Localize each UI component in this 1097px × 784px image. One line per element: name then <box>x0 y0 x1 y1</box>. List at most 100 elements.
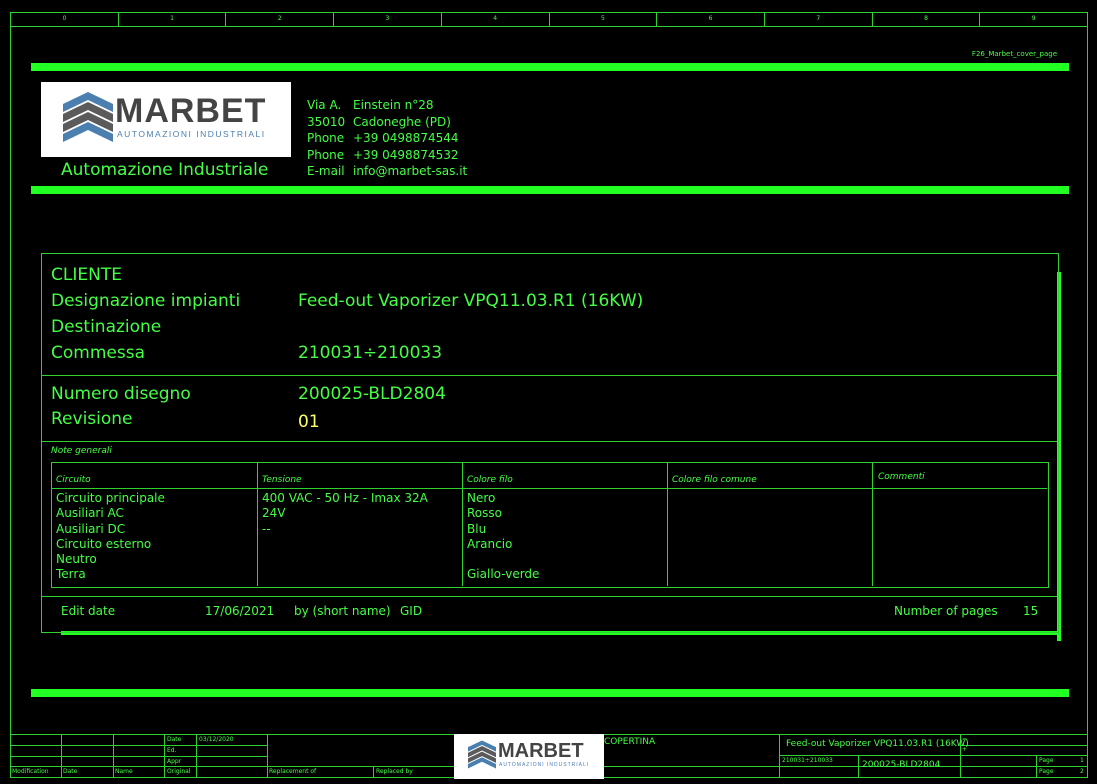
table-col-divider <box>872 462 873 586</box>
info-divider <box>41 596 1057 597</box>
tb-date2-label: Date <box>63 768 78 775</box>
titleblock-col <box>164 734 165 778</box>
titleblock-col <box>61 734 62 778</box>
tb-commessa: 210031÷210033 <box>782 757 833 764</box>
address-value: +39 0498874544 <box>353 131 459 145</box>
titleblock-col <box>779 734 780 778</box>
table-col-divider <box>462 462 463 586</box>
ruler-cell: 7 <box>765 12 873 26</box>
commessa-value: 210031÷210033 <box>298 343 443 363</box>
table-cell: Terra <box>56 567 86 582</box>
bottom-bar <box>31 689 1069 697</box>
address-line: Phone +39 0498874532 <box>307 147 467 164</box>
table-cell: Ausiliari DC <box>56 521 126 536</box>
table-col-divider <box>667 462 668 586</box>
ruler-cell: 5 <box>550 12 658 26</box>
destinazione-label: Destinazione <box>51 317 162 337</box>
table-header: Commenti <box>878 472 925 482</box>
address-line: Via A. Einstein n°28 <box>307 97 467 114</box>
table-cell: Giallo-verde <box>467 567 540 582</box>
table-cell: Nero <box>467 491 496 505</box>
address-value: +39 0498874532 <box>353 147 459 162</box>
edit-date-value: 17/06/2021 <box>205 604 275 618</box>
table-col-divider <box>257 462 258 586</box>
tb-page-label: Page <box>1039 757 1054 764</box>
colore-column: Nero Rosso Blu Arancio Giallo-verde <box>467 491 539 583</box>
address-value: info@marbet-sas.it <box>353 164 468 178</box>
company-logo: MARBET AUTOMAZIONI INDUSTRIALI <box>41 82 291 157</box>
tb-page-label: Page <box>1039 768 1054 775</box>
info-divider <box>41 375 1057 376</box>
tb-drawing-number: 200025-BLD2804 <box>862 760 941 770</box>
author-value: GID <box>400 604 423 618</box>
designazione-label: Designazione impianti <box>51 291 241 311</box>
cliente-label: CLIENTE <box>51 265 122 285</box>
tb-copertina: COPERTINA <box>604 737 656 747</box>
logo-subtext: AUTOMAZIONI INDUSTRIALI <box>499 762 590 768</box>
address-value: Cadoneghe (PD) <box>353 114 451 129</box>
address-line: 35010 Cadoneghe (PD) <box>307 114 467 131</box>
author-label: by (short name) <box>294 604 391 618</box>
tb-modification-label: Modification <box>12 768 49 775</box>
tb-date-value: 03/12/2020 <box>199 736 234 743</box>
note-generali-label: Note generali <box>51 446 112 456</box>
table-cell: 24V <box>262 506 286 521</box>
titleblock-col <box>113 734 114 778</box>
column-ruler: 0 1 2 3 4 5 6 7 8 9 <box>10 12 1089 27</box>
tb-page-total: 2 <box>1080 768 1084 775</box>
table-header-divider <box>51 488 1047 489</box>
tb-replaced-label: Replaced by <box>376 768 413 775</box>
logo-subtext: AUTOMAZIONI INDUSTRIALI <box>117 129 266 139</box>
numero-disegno-value: 200025-BLD2804 <box>298 384 446 404</box>
address-value: Einstein n°28 <box>353 98 434 112</box>
tb-title: Feed-out Vaporizer VPQ11.03.R1 (16KW) <box>786 739 969 749</box>
titleblock-line <box>779 755 1088 756</box>
ruler-cell: 6 <box>657 12 765 26</box>
table-cell: Arancio <box>467 536 513 551</box>
tb-page-value: 1 <box>1080 757 1084 764</box>
circuito-column: Circuito principale Ausiliari AC Ausilia… <box>56 491 165 583</box>
address-line: E-mail info@marbet-sas.it <box>307 163 467 180</box>
logo-text: MARBET <box>115 92 267 130</box>
table-cell: Neutro <box>56 552 97 567</box>
titleblock-line <box>10 756 267 757</box>
table-header: Colore filo <box>467 475 513 485</box>
ruler-cell: 9 <box>980 12 1089 26</box>
logo-icon <box>468 740 496 769</box>
table-cell: Rosso <box>467 506 502 521</box>
address-label: E-mail <box>307 164 345 178</box>
tb-replacement-label: Replacement of <box>269 768 317 775</box>
titleblock-line <box>960 745 1088 746</box>
address-label: Phone <box>307 147 345 162</box>
titleblock-col <box>196 734 197 778</box>
titleblock-logo: MARBET AUTOMAZIONI INDUSTRIALI <box>454 734 604 779</box>
header-bottom-bar <box>31 186 1069 194</box>
pages-value: 15 <box>1023 604 1039 618</box>
logo-text: MARBET <box>498 740 584 762</box>
titleblock-col <box>373 766 374 778</box>
tb-date-label: Date <box>167 736 182 743</box>
address-label: Phone <box>307 131 345 145</box>
tb-eq: = <box>962 736 968 743</box>
logo-icon <box>63 92 113 142</box>
ruler-cell: 8 <box>873 12 981 26</box>
ruler-cell: 2 <box>226 12 335 26</box>
table-header: Circuito <box>56 475 91 485</box>
address-label: 35010 <box>307 114 346 129</box>
company-tagline: Automazione Industriale <box>61 160 269 180</box>
tb-ed-label: Ed. <box>167 747 177 754</box>
commessa-label: Commessa <box>51 343 145 363</box>
tensione-column: 400 VAC - 50 Hz - Imax 32A 24V -- <box>262 491 428 537</box>
edit-date-label: Edit date <box>61 604 116 618</box>
tb-appr-label: Appr <box>167 758 182 765</box>
table-header: Colore filo comune <box>672 475 757 485</box>
tb-name-label: Name <box>115 768 133 775</box>
table-cell <box>467 552 539 567</box>
company-address: Via A. Einstein n°28 35010 Cadoneghe (PD) … <box>307 97 467 180</box>
tb-plus: + <box>962 746 968 753</box>
table-header: Tensione <box>262 475 302 485</box>
table-cell: Circuito principale <box>56 491 165 505</box>
table-cell: 400 VAC - 50 Hz - Imax 32A <box>262 491 428 505</box>
table-cell: Blu <box>467 521 487 536</box>
titleblock-line <box>10 745 267 746</box>
